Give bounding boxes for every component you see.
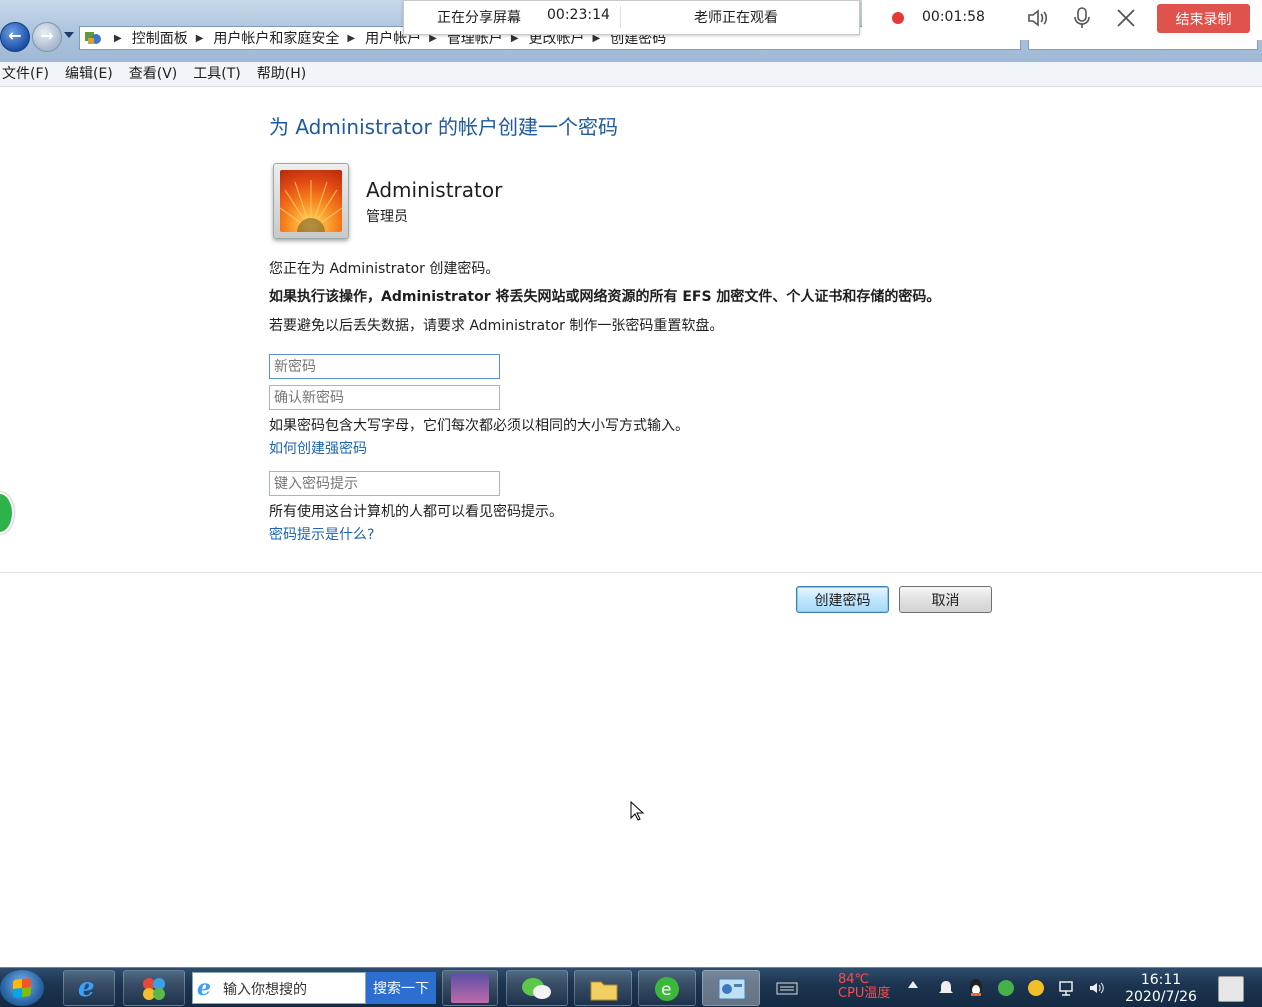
user-name: Administrator	[366, 178, 503, 202]
breadcrumb-accounts-family[interactable]: 用户帐户和家庭安全	[213, 30, 339, 48]
taskbar-app-button[interactable]	[123, 970, 185, 1006]
microphone-icon[interactable]	[1070, 6, 1094, 30]
taskbar-ie-button[interactable]: e	[63, 970, 115, 1006]
menu-edit[interactable]: 编辑(E)	[63, 62, 121, 86]
flower-picture-icon	[280, 170, 342, 232]
share-status: 正在分享屏幕	[437, 10, 521, 26]
temperature-label: CPU温度	[838, 986, 891, 1001]
taskbar-search-input[interactable]: e 输入你想搜的	[192, 972, 366, 1004]
notification-center-icon[interactable]	[1218, 976, 1244, 1002]
divider	[0, 572, 1262, 573]
colorful-app-icon	[143, 978, 165, 1000]
wechat-icon	[522, 978, 551, 999]
cancel-button[interactable]: 取消	[899, 586, 992, 613]
breadcrumb-separator-icon[interactable]: ▶	[347, 30, 355, 48]
security-tray-icon[interactable]	[998, 980, 1014, 996]
divider	[620, 6, 621, 28]
taskbar-browser-button[interactable]: e	[638, 970, 696, 1006]
menu-help[interactable]: 帮助(H)	[255, 62, 314, 86]
taskbar-app-button[interactable]	[442, 970, 498, 1006]
green-browser-icon: e	[655, 977, 679, 1001]
start-button[interactable]	[0, 970, 44, 1006]
breadcrumb-control-panel[interactable]: 控制面板	[132, 30, 188, 48]
info-text: 您正在为 Administrator 创建密码。	[269, 261, 500, 277]
warning-text: 如果执行该操作，Administrator 将丢失网站或网络资源的所有 EFS …	[269, 289, 941, 305]
page-title: 为 Administrator 的帐户创建一个密码	[269, 115, 619, 139]
control-panel-icon	[718, 978, 746, 1000]
case-note: 如果密码包含大写字母，它们每次都必须以相同的大小写方式输入。	[269, 418, 689, 434]
avatar	[273, 163, 349, 239]
new-password-input[interactable]	[269, 354, 500, 379]
reset-disk-text: 若要避免以后丢失数据，请要求 Administrator 制作一张密码重置软盘。	[269, 318, 724, 334]
folder-icon	[590, 981, 618, 1001]
clock-time: 16:11	[1140, 972, 1182, 988]
network-speed-icon[interactable]	[1028, 980, 1044, 996]
ie-icon: e	[197, 975, 211, 1001]
recent-pages-dropdown[interactable]	[64, 32, 74, 38]
temperature-value: 84℃	[838, 972, 870, 987]
volume-icon[interactable]	[1088, 979, 1106, 997]
speaker-icon[interactable]	[1026, 6, 1050, 30]
clock[interactable]: 16:11 2020/7/26	[1120, 972, 1202, 1006]
taskbar-control-panel-button[interactable]	[702, 970, 760, 1006]
control-panel-icon	[85, 32, 101, 44]
taskbar-wechat-button[interactable]	[506, 970, 568, 1006]
password-hint-input[interactable]	[269, 471, 500, 496]
svg-text:e: e	[661, 980, 671, 1000]
confirm-password-input[interactable]	[269, 385, 500, 410]
back-button[interactable]: ←	[0, 22, 30, 52]
windows-logo-icon	[13, 978, 31, 998]
bell-icon[interactable]	[938, 979, 954, 997]
user-role: 管理员	[366, 209, 408, 225]
password-hint-link[interactable]: 密码提示是什么?	[269, 524, 374, 544]
hint-note: 所有使用这台计算机的人都可以看见密码提示。	[269, 504, 563, 520]
menu-view[interactable]: 查看(V)	[127, 62, 186, 86]
keyboard-icon[interactable]	[776, 980, 798, 996]
cpu-temperature: 84℃ CPU温度	[838, 973, 890, 1001]
end-recording-button[interactable]: 结束录制	[1157, 4, 1250, 33]
menu-file[interactable]: 文件(F)	[0, 62, 57, 86]
viewer-status: 老师正在观看	[694, 10, 778, 26]
forward-button[interactable]: →	[32, 22, 62, 52]
taskbar: e e 输入你想搜的 搜索一下 e 84℃ CPU温度 16:11 2020/7…	[0, 967, 1262, 1007]
strong-password-link[interactable]: 如何创建强密码	[269, 438, 367, 458]
menu-bar: 文件(F) 编辑(E) 查看(V) 工具(T) 帮助(H)	[0, 62, 1262, 87]
taskbar-explorer-button[interactable]	[574, 970, 632, 1006]
content-pane: 为 Administrator 的帐户创建一个密码 Administrator …	[0, 87, 1262, 967]
recording-bar: 00:01:58 结束录制	[862, 0, 1262, 40]
app-picture-icon	[451, 973, 489, 1003]
close-icon[interactable]	[1114, 6, 1138, 30]
tray-expand-icon[interactable]	[908, 981, 918, 988]
mouse-cursor-icon	[630, 801, 644, 821]
recording-timer: 00:01:58	[922, 9, 985, 25]
qq-icon[interactable]	[968, 978, 984, 998]
clock-date: 2020/7/26	[1125, 989, 1197, 1005]
menu-tools[interactable]: 工具(T)	[191, 62, 248, 86]
breadcrumb-separator-icon[interactable]: ▶	[196, 30, 204, 48]
taskbar-search-button[interactable]: 搜索一下	[366, 972, 436, 1004]
screen-share-bar: 正在分享屏幕 00:23:14 老师正在观看	[403, 0, 860, 35]
breadcrumb-separator-icon[interactable]: ▶	[114, 30, 122, 48]
taskbar-search-placeholder: 输入你想搜的	[223, 982, 307, 998]
network-icon[interactable]	[1058, 979, 1076, 997]
ie-icon: e	[78, 973, 95, 1003]
share-timer: 00:23:14	[547, 7, 610, 23]
recording-dot-icon	[892, 12, 904, 24]
create-password-button[interactable]: 创建密码	[796, 586, 889, 613]
